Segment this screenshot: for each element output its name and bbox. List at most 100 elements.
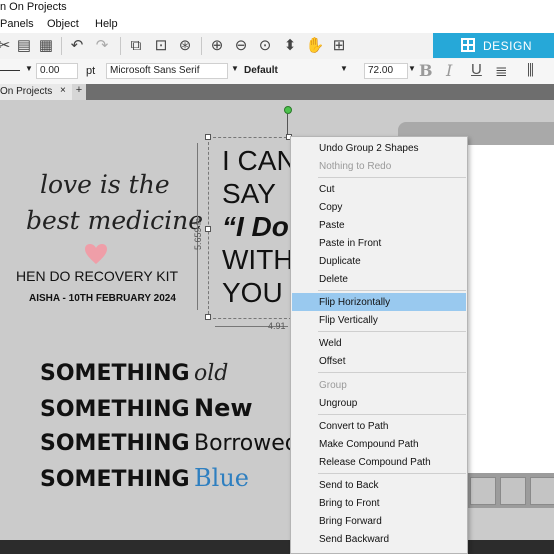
something-tail: Borrowed [194, 431, 299, 456]
menu-separator [318, 290, 466, 291]
undo-icon[interactable]: ↶ [67, 36, 87, 56]
pan-icon[interactable]: ✋ [305, 36, 325, 56]
menu-item-redo: Nothing to Redo [319, 161, 392, 172]
design-tab[interactable]: DESIGN [433, 33, 554, 58]
selected-text-block[interactable]: I CAN SAY “I Do WITH YOU [222, 144, 290, 309]
chevron-down-icon[interactable]: ▼ [25, 64, 33, 73]
something-tail: old [194, 361, 229, 386]
text-line: WITH [222, 244, 290, 275]
height-dimension-label: 5.659 in [193, 217, 203, 250]
something-word: SOMETHING [40, 361, 190, 386]
compound-icon[interactable]: ⊛ [175, 36, 195, 56]
resize-handle[interactable] [205, 226, 211, 232]
menu-item-convert-to-path[interactable]: Convert to Path [292, 417, 466, 435]
resize-handle[interactable] [205, 314, 211, 320]
chevron-down-icon[interactable]: ▼ [231, 64, 239, 73]
window-title: n On Projects [0, 1, 67, 13]
width-dimension-label: 4.91 [268, 321, 286, 331]
menu-item-ungroup[interactable]: Ungroup [292, 394, 466, 412]
script-text-line2[interactable]: best medicine [26, 206, 203, 235]
line-style-preview[interactable] [0, 70, 20, 71]
chevron-down-icon[interactable]: ▼ [408, 64, 416, 73]
something-line: SOMETHING Blue [40, 462, 299, 498]
menu-item-copy[interactable]: Copy [292, 198, 466, 216]
menu-item-offset[interactable]: Offset [292, 352, 466, 370]
menu-item-send-backward[interactable]: Send Backward [292, 530, 466, 548]
font-name-field[interactable]: Microsoft Sans Serif [106, 63, 228, 79]
rotate-handle[interactable] [284, 106, 292, 114]
menu-separator [318, 372, 466, 373]
mat-cell [470, 477, 496, 505]
bold-icon[interactable]: B [419, 61, 433, 80]
zoom-out-icon[interactable]: ⊖ [231, 36, 251, 56]
kit-title[interactable]: HEN DO RECOVERY KIT [16, 268, 178, 284]
text-line: YOU [222, 277, 283, 308]
menu-item-undo[interactable]: Undo Group 2 Shapes [292, 139, 466, 157]
cut-icon[interactable]: ✂ [0, 36, 14, 56]
menu-item-cut[interactable]: Cut [292, 180, 466, 198]
menu-item-send-to-back[interactable]: Send to Back [292, 476, 466, 494]
mat-cell [530, 477, 554, 505]
menu-object[interactable]: Object [47, 18, 79, 30]
paste-icon[interactable]: ▤ [14, 36, 34, 56]
menu-item-bring-to-front[interactable]: Bring to Front [292, 494, 466, 512]
menu-help[interactable]: Help [95, 18, 118, 30]
script-text-line1[interactable]: love is the [40, 170, 170, 199]
toolbar-separator [201, 37, 202, 55]
text-toolbar: ▼ 0.00 pt Microsoft Sans Serif ▼ Default… [0, 59, 554, 85]
menu-item-paste[interactable]: Paste [292, 216, 466, 234]
grid-icon [461, 38, 475, 52]
toolbar-separator [120, 37, 121, 55]
menu-separator [318, 331, 466, 332]
font-style-select[interactable]: Default [244, 65, 278, 76]
redo-icon[interactable]: ↷ [92, 36, 112, 56]
menu-item-weld[interactable]: Weld [292, 334, 466, 352]
menu-item-flip-vertically[interactable]: Flip Vertically [292, 311, 466, 329]
kit-subtitle[interactable]: AISHA - 10TH FEBRUARY 2024 [29, 293, 176, 304]
menu-item-duplicate[interactable]: Duplicate [292, 252, 466, 270]
clipboard-icon[interactable]: ▦ [36, 36, 56, 56]
tab-label: On Projects [0, 86, 53, 97]
something-block[interactable]: SOMETHING old SOMETHING New SOMETHING Bo… [40, 358, 299, 498]
menu-item-group: Group [319, 380, 347, 391]
menu-separator [318, 473, 466, 474]
chevron-down-icon[interactable]: ▼ [340, 64, 348, 73]
menu-item-paste-in-front[interactable]: Paste in Front [292, 234, 466, 252]
add-icon[interactable]: ⊞ [329, 36, 349, 56]
rotate-line [287, 114, 288, 134]
status-bar [0, 540, 554, 554]
italic-icon[interactable]: I [446, 61, 452, 80]
menu-item-make-compound-path[interactable]: Make Compound Path [292, 435, 466, 453]
resize-handle[interactable] [205, 134, 211, 140]
menu-item-flip-horizontally[interactable]: Flip Horizontally [292, 293, 466, 311]
menu-bar: Panels Object Help [0, 16, 554, 33]
something-tail: Blue [194, 464, 249, 492]
title-bar: n On Projects [0, 0, 554, 16]
move-icon[interactable]: ⬍ [280, 36, 300, 56]
underline-icon[interactable]: U [471, 61, 482, 78]
tab-document[interactable]: On Projects × [0, 84, 72, 100]
something-word: SOMETHING [40, 397, 190, 422]
zoom-in-icon[interactable]: ⊕ [207, 36, 227, 56]
spacing-icon[interactable]: ⫼ [527, 62, 534, 79]
align-icon[interactable]: ≣ [495, 62, 508, 80]
ungroup-icon[interactable]: ⊡ [151, 36, 171, 56]
close-icon[interactable]: × [60, 85, 66, 96]
something-line: SOMETHING old [40, 358, 299, 392]
zoom-fit-icon[interactable]: ⊙ [255, 36, 275, 56]
heart-icon[interactable] [84, 243, 108, 265]
text-line: SAY [222, 178, 276, 209]
menu-panels[interactable]: Panels [0, 18, 34, 30]
menu-item-delete[interactable]: Delete [292, 270, 466, 288]
menu-item-release-compound-path[interactable]: Release Compound Path [292, 453, 466, 471]
add-tab-button[interactable]: + [72, 84, 86, 100]
menu-separator [318, 414, 466, 415]
text-line: “I Do [222, 211, 289, 242]
mat-cell [500, 477, 526, 505]
something-word: SOMETHING [40, 467, 190, 492]
line-width-unit: pt [86, 65, 96, 77]
group-icon[interactable]: ⧉ [126, 36, 146, 56]
line-width-field[interactable]: 0.00 [36, 63, 78, 79]
font-size-field[interactable]: 72.00 [364, 63, 408, 79]
menu-item-bring-forward[interactable]: Bring Forward [292, 512, 466, 530]
